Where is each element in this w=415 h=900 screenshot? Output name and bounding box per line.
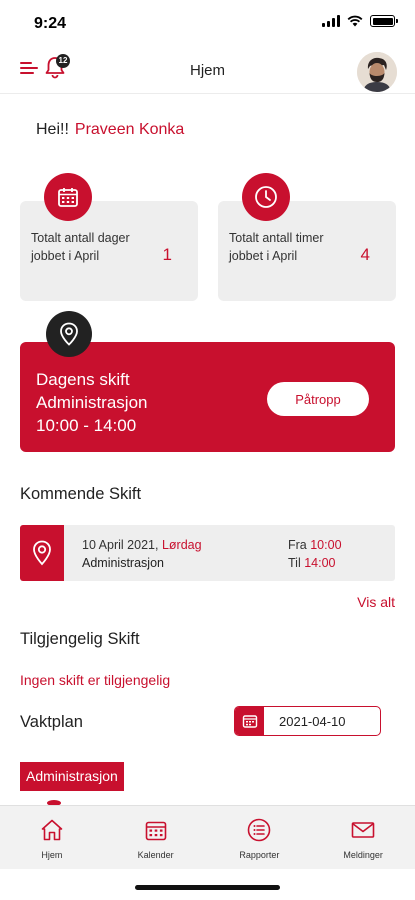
reports-icon: [248, 818, 271, 842]
calendar-icon: [44, 173, 92, 221]
from-label: Fra: [288, 538, 307, 552]
avatar-image: [357, 52, 397, 92]
mail-icon: [351, 822, 375, 838]
upcoming-weekday: Lørdag: [161, 538, 202, 552]
location-pin-icon: [20, 525, 64, 581]
to-label: Til: [288, 556, 301, 570]
wifi-icon: [347, 15, 363, 27]
today-shift-card: Dagens skift Administrasjon 10:00 - 14:0…: [20, 342, 395, 452]
location-pin-icon: [46, 311, 92, 357]
today-shift-time: 10:00 - 14:00: [36, 416, 137, 435]
nav-label-reports: Rapporter: [239, 850, 280, 860]
stat-card-hours: Totalt antall timer jobbet i April 4: [218, 173, 396, 301]
calendar-icon: [235, 707, 264, 735]
status-icons: [322, 15, 398, 27]
department-tab[interactable]: Administrasjon: [20, 762, 124, 791]
nav-label-messages: Meldinger: [343, 850, 383, 860]
home-icon: [41, 819, 63, 841]
bottom-nav: Hjem Kalender Rapporter Meldinger: [0, 805, 415, 869]
status-bar: 9:24: [0, 0, 415, 46]
nav-item-home[interactable]: Hjem: [0, 806, 104, 869]
signal-icon: [322, 15, 340, 27]
check-in-button[interactable]: Påtropp: [267, 382, 369, 416]
nav-item-reports[interactable]: Rapporter: [208, 806, 312, 869]
upcoming-date: 10 April 2021, Lørdag: [82, 538, 202, 552]
upcoming-from: Fra 10:00: [288, 538, 342, 552]
calendar-icon: [145, 821, 166, 841]
to-time: 14:00: [304, 556, 336, 570]
schedule-date-picker[interactable]: 2021-04-10: [234, 706, 381, 736]
stat-label-hours: Totalt antall timer jobbet i April: [229, 231, 324, 263]
greeting-prefix: Hei!!: [36, 121, 69, 138]
battery-icon: [370, 15, 398, 27]
available-section-title: Tilgjengelig Skift: [20, 630, 140, 648]
upcoming-date-text: 10 April 2021,: [82, 538, 159, 552]
status-time: 9:24: [34, 15, 67, 32]
no-shift-message: Ingen skift er tilgjengelig: [20, 672, 171, 688]
from-time: 10:00: [310, 538, 342, 552]
upcoming-section-title: Kommende Skift: [20, 485, 142, 503]
schedule-date-value: 2021-04-10: [279, 714, 346, 729]
stat-value-days: 1: [162, 245, 172, 264]
today-shift-info: Dagens skift Administrasjon 10:00 - 14:0…: [36, 368, 148, 437]
nav-label-home: Hjem: [41, 850, 63, 860]
upcoming-department: Administrasjon: [82, 556, 164, 570]
today-shift-department: Administrasjon: [36, 393, 148, 412]
stat-value-hours: 4: [360, 245, 370, 264]
upcoming-to: Til 14:00: [288, 556, 336, 570]
nav-item-calendar[interactable]: Kalender: [104, 806, 208, 869]
nav-item-messages[interactable]: Meldinger: [311, 806, 415, 869]
stat-label-days: Totalt antall dager jobbet i April: [31, 231, 130, 263]
schedule-section-title: Vaktplan: [20, 713, 83, 731]
clock-icon: [242, 173, 290, 221]
home-indicator: [135, 885, 280, 890]
see-all-link[interactable]: Vis alt: [357, 594, 395, 610]
nav-label-calendar: Kalender: [137, 850, 174, 860]
today-shift-title: Dagens skift: [36, 370, 130, 389]
avatar[interactable]: [357, 52, 397, 92]
page-title: Hjem: [189, 62, 225, 79]
user-name: Praveen Konka: [74, 121, 185, 138]
app-header: 12 Hjem: [0, 46, 415, 94]
greeting: Hei!! Praveen Konka: [36, 121, 184, 139]
stat-card-days: Totalt antall dager jobbet i April 1: [20, 173, 198, 301]
upcoming-shift-row[interactable]: 10 April 2021, Lørdag Administrasjon Fra…: [20, 525, 395, 581]
